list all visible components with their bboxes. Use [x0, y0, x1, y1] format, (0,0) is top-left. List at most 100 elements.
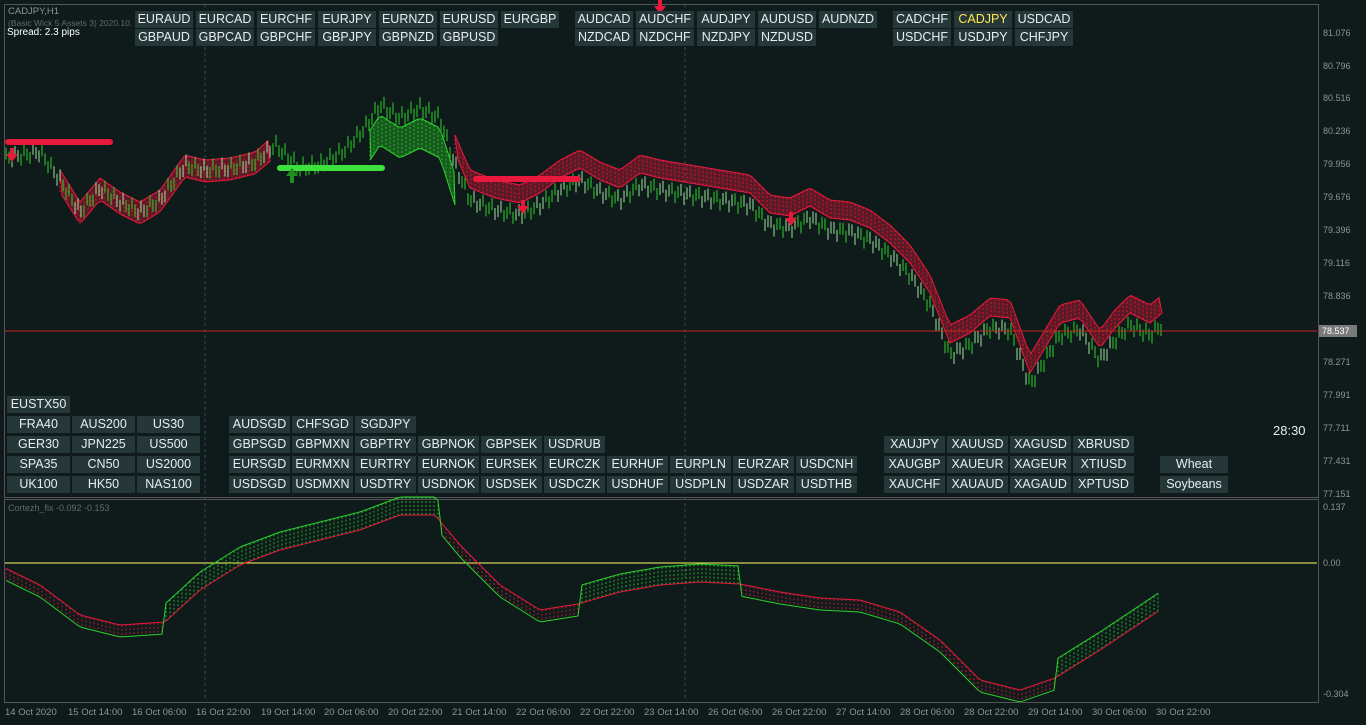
- symbol-button-gbptry[interactable]: GBPTRY: [355, 436, 416, 453]
- price-tick-label: 79.676: [1323, 192, 1351, 202]
- symbol-button-hk50[interactable]: HK50: [72, 476, 135, 493]
- symbol-button-eurnzd[interactable]: EURNZD: [379, 11, 437, 28]
- bar-countdown: 28:30: [1273, 423, 1306, 438]
- symbol-button-cadjpy[interactable]: CADJPY: [954, 11, 1012, 28]
- symbol-button-gbpnzd[interactable]: GBPNZD: [379, 29, 437, 46]
- symbol-button-gbpnok[interactable]: GBPNOK: [418, 436, 479, 453]
- symbol-button-xaugbp[interactable]: XAUGBP: [884, 456, 945, 473]
- indicator-tick-label: 0.00: [1323, 558, 1341, 568]
- symbol-button-eursek[interactable]: EURSEK: [481, 456, 542, 473]
- symbol-button-nzdcad[interactable]: NZDCAD: [575, 29, 633, 46]
- symbol-button-aus200[interactable]: AUS200: [72, 416, 135, 433]
- symbol-button-us500[interactable]: US500: [137, 436, 200, 453]
- symbol-button-eurzar[interactable]: EURZAR: [733, 456, 794, 473]
- symbol-button-eurtry[interactable]: EURTRY: [355, 456, 416, 473]
- symbol-button-xauchf[interactable]: XAUCHF: [884, 476, 945, 493]
- symbol-button-audchf[interactable]: AUDCHF: [636, 11, 694, 28]
- symbol-button-usdthb[interactable]: USDTHB: [796, 476, 857, 493]
- symbol-button-gbpsek[interactable]: GBPSEK: [481, 436, 542, 453]
- symbol-button-uk100[interactable]: UK100: [7, 476, 70, 493]
- symbol-button-chfsgd[interactable]: CHFSGD: [292, 416, 353, 433]
- symbol-button-usdnok[interactable]: USDNOK: [418, 476, 479, 493]
- symbol-button-usdtry[interactable]: USDTRY: [355, 476, 416, 493]
- symbol-button-nzdchf[interactable]: NZDCHF: [636, 29, 694, 46]
- time-tick-label: 15 Oct 14:00: [68, 707, 123, 718]
- symbol-button-eurpln[interactable]: EURPLN: [670, 456, 731, 473]
- symbol-button-usdzar[interactable]: USDZAR: [733, 476, 794, 493]
- symbol-button-gbpusd[interactable]: GBPUSD: [440, 29, 498, 46]
- symbol-button-cn50[interactable]: CN50: [72, 456, 135, 473]
- symbol-button-eustx50[interactable]: EUSTX50: [7, 396, 70, 413]
- symbol-button-xageur[interactable]: XAGEUR: [1010, 456, 1071, 473]
- symbol-button-usdjpy[interactable]: USDJPY: [954, 29, 1012, 46]
- symbol-button-usdpln[interactable]: USDPLN: [670, 476, 731, 493]
- symbol-button-audsgd[interactable]: AUDSGD: [229, 416, 290, 433]
- symbol-button-cadchf[interactable]: CADCHF: [893, 11, 951, 28]
- symbol-button-usdchf[interactable]: USDCHF: [893, 29, 951, 46]
- symbol-button-usdsgd[interactable]: USDSGD: [229, 476, 290, 493]
- symbol-button-audcad[interactable]: AUDCAD: [575, 11, 633, 28]
- symbol-button-eurczk[interactable]: EURCZK: [544, 456, 605, 473]
- symbol-button-usdczk[interactable]: USDCZK: [544, 476, 605, 493]
- time-tick-label: 22 Oct 22:00: [580, 707, 635, 718]
- symbol-button-gbpcad[interactable]: GBPCAD: [196, 29, 254, 46]
- symbol-button-eurhuf[interactable]: EURHUF: [607, 456, 668, 473]
- indicator-slow-line: [5, 496, 1159, 703]
- symbol-button-wheat[interactable]: Wheat: [1160, 456, 1228, 473]
- symbol-button-usdcnh[interactable]: USDCNH: [796, 456, 857, 473]
- symbol-button-eurgbp[interactable]: EURGBP: [501, 11, 559, 28]
- symbol-button-soybeans[interactable]: Soybeans: [1160, 476, 1228, 493]
- symbol-button-usdsek[interactable]: USDSEK: [481, 476, 542, 493]
- symbol-button-audnzd[interactable]: AUDNZD: [819, 11, 877, 28]
- symbol-button-nzdusd[interactable]: NZDUSD: [758, 29, 816, 46]
- price-tick-label: 77.711: [1323, 423, 1350, 433]
- symbol-button-nzdjpy[interactable]: NZDJPY: [697, 29, 755, 46]
- price-tick-label: 77.991: [1323, 390, 1351, 400]
- symbol-button-xaujpy[interactable]: XAUJPY: [884, 436, 945, 453]
- symbol-button-eurcad[interactable]: EURCAD: [196, 11, 254, 28]
- price-tick-label: 79.956: [1323, 159, 1351, 169]
- symbol-button-euraud[interactable]: EURAUD: [135, 11, 193, 28]
- symbol-button-eursgd[interactable]: EURSGD: [229, 456, 290, 473]
- symbol-button-usdcad[interactable]: USDCAD: [1015, 11, 1073, 28]
- bull-cloud: [369, 115, 456, 206]
- symbol-button-xagusd[interactable]: XAGUSD: [1010, 436, 1071, 453]
- symbol-button-xauusd[interactable]: XAUUSD: [947, 436, 1008, 453]
- symbol-button-eurmxn[interactable]: EURMXN: [292, 456, 353, 473]
- symbol-button-xbrusd[interactable]: XBRUSD: [1073, 436, 1134, 453]
- symbol-button-fra40[interactable]: FRA40: [7, 416, 70, 433]
- symbol-button-eurusd[interactable]: EURUSD: [440, 11, 498, 28]
- symbol-button-xauaud[interactable]: XAUAUD: [947, 476, 1008, 493]
- symbol-button-gbpaud[interactable]: GBPAUD: [135, 29, 193, 46]
- symbol-button-gbpmxn[interactable]: GBPMXN: [292, 436, 353, 453]
- current-price-label: 78.537: [1322, 326, 1350, 336]
- symbol-button-usdhuf[interactable]: USDHUF: [607, 476, 668, 493]
- indicator-tick-label: -0.304: [1323, 689, 1349, 699]
- symbol-button-sgdjpy[interactable]: SGDJPY: [355, 416, 416, 433]
- symbol-button-xagaud[interactable]: XAGAUD: [1010, 476, 1071, 493]
- symbol-button-gbpsgd[interactable]: GBPSGD: [229, 436, 290, 453]
- symbol-button-eurjpy[interactable]: EURJPY: [318, 11, 376, 28]
- symbol-button-usdmxn[interactable]: USDMXN: [292, 476, 353, 493]
- symbol-button-ger30[interactable]: GER30: [7, 436, 70, 453]
- symbol-button-gbpjpy[interactable]: GBPJPY: [318, 29, 376, 46]
- symbol-button-xaueur[interactable]: XAUEUR: [947, 456, 1008, 473]
- symbol-button-us2000[interactable]: US2000: [137, 456, 200, 473]
- spread-label: Spread: 2.3 pips: [7, 27, 80, 38]
- symbol-button-xtiusd[interactable]: XTIUSD: [1073, 456, 1134, 473]
- symbol-button-gbpchf[interactable]: GBPCHF: [257, 29, 315, 46]
- symbol-button-jpn225[interactable]: JPN225: [72, 436, 135, 453]
- symbol-button-us30[interactable]: US30: [137, 416, 200, 433]
- symbol-button-nas100[interactable]: NAS100: [137, 476, 200, 493]
- symbol-button-audjpy[interactable]: AUDJPY: [697, 11, 755, 28]
- symbol-button-chfjpy[interactable]: CHFJPY: [1015, 29, 1073, 46]
- symbol-button-spa35[interactable]: SPA35: [7, 456, 70, 473]
- symbol-button-eurchf[interactable]: EURCHF: [257, 11, 315, 28]
- price-tick-label: 79.396: [1323, 225, 1351, 235]
- symbol-button-usdrub[interactable]: USDRUB: [544, 436, 605, 453]
- time-tick-label: 27 Oct 14:00: [836, 707, 891, 718]
- symbol-button-xptusd[interactable]: XPTUSD: [1073, 476, 1134, 493]
- time-tick-label: 14 Oct 2020: [5, 707, 57, 718]
- symbol-button-eurnok[interactable]: EURNOK: [418, 456, 479, 473]
- symbol-button-audusd[interactable]: AUDUSD: [758, 11, 816, 28]
